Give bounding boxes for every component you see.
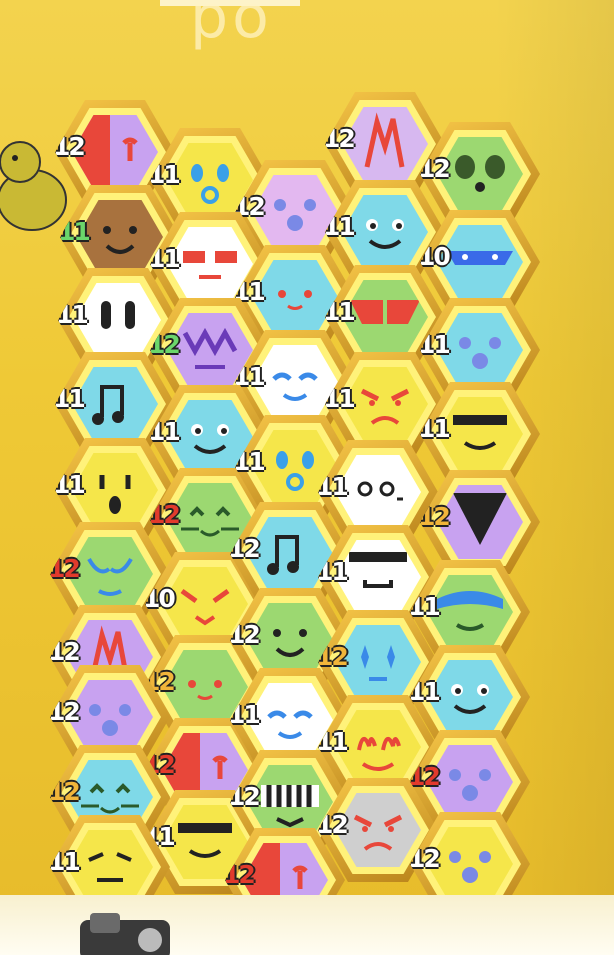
bee-level-label: 11 [56,300,89,329]
bee-level-label: 12 [48,777,81,806]
bee-vulture-icon [437,485,523,559]
bee-face-icon [350,300,420,324]
bee-happy-icon [342,195,428,269]
bee-face-icon [353,814,403,851]
bee-face-icon [180,588,230,626]
bee-hero-icon [342,280,428,354]
bee-level-label: 11 [53,384,86,413]
bee-face-icon [366,219,404,249]
bee-panda-icon [437,137,523,211]
bee-eyes-icon [75,283,161,357]
bee-face-icon [449,851,491,883]
bee-happy-icon [427,660,513,734]
player-gear-icon [80,913,170,955]
bee-fire-icon [335,710,421,784]
bee-doodle-icon [335,455,421,529]
bee-face-icon [357,737,401,771]
bee-face-icon [103,226,137,254]
bee-frog-icon [427,575,513,649]
bee-face-icon [72,115,138,189]
bee-face-icon [278,290,312,310]
bee-face-icon [455,155,505,192]
bee-scared-icon [72,453,158,527]
bee-mask-icon [437,225,523,299]
bee-face-icon [360,388,410,425]
wall-sign-text: po [190,0,273,52]
bee-split_red-icon [72,115,158,189]
game-scene: po 12 11 12 12 12 11 11 11 11 10 11 12 11 11 11 11 11 11 1… [0,0,614,955]
bee-dots-icon [67,680,153,754]
bee-level-label: 12 [323,124,356,153]
bee-level-label: 12 [48,637,81,666]
bee-level-label: 11 [53,470,86,499]
bee-angry-icon [342,367,428,441]
bee-face-icon [274,199,316,231]
bee-level-label: 11 [48,847,81,876]
bee-face-icon [99,475,131,514]
bee-face-icon [449,769,491,801]
bee-face-icon [89,704,131,736]
bee-face-icon [92,385,124,425]
bee-fox-icon [162,567,248,641]
bee-face-icon [459,337,501,369]
bee-face-icon [273,629,307,657]
bee-flame-icon [342,107,428,181]
bee-dots-icon [427,745,513,819]
bee-face-icon [101,301,135,329]
bee-grin-icon [437,397,523,471]
bee-dots-icon [252,175,338,249]
bee-face-icon [453,493,507,545]
bee-face-icon [272,372,318,401]
bee-face-icon [87,557,133,596]
bee-sad-icon [67,830,153,904]
bee-face-icon [453,415,507,450]
bee-face-icon [447,251,513,265]
bee-face-icon [451,684,489,714]
bee-face-icon [357,481,403,501]
bee-dots-icon [437,313,523,387]
bee-smile-icon [77,200,163,274]
bee-face-icon [349,552,407,588]
bee-face-icon [361,645,395,681]
bee-face-icon [88,852,132,882]
bee-face-icon [364,112,405,168]
bee-bowler-icon [335,540,421,614]
bee-face-icon [437,591,503,631]
bee-dots-icon [427,827,513,901]
bee-smile-icon [247,603,333,677]
bee-music-icon [72,367,158,441]
bee-alien-icon [67,537,153,611]
bee-sparkle-icon [335,625,421,699]
bee-level-label: 12 [48,697,81,726]
bee-level-label: 12 [48,554,81,583]
bee-calm-icon [252,345,338,419]
bee-angry-icon [335,793,421,867]
bee-cheeks-icon [252,260,338,334]
